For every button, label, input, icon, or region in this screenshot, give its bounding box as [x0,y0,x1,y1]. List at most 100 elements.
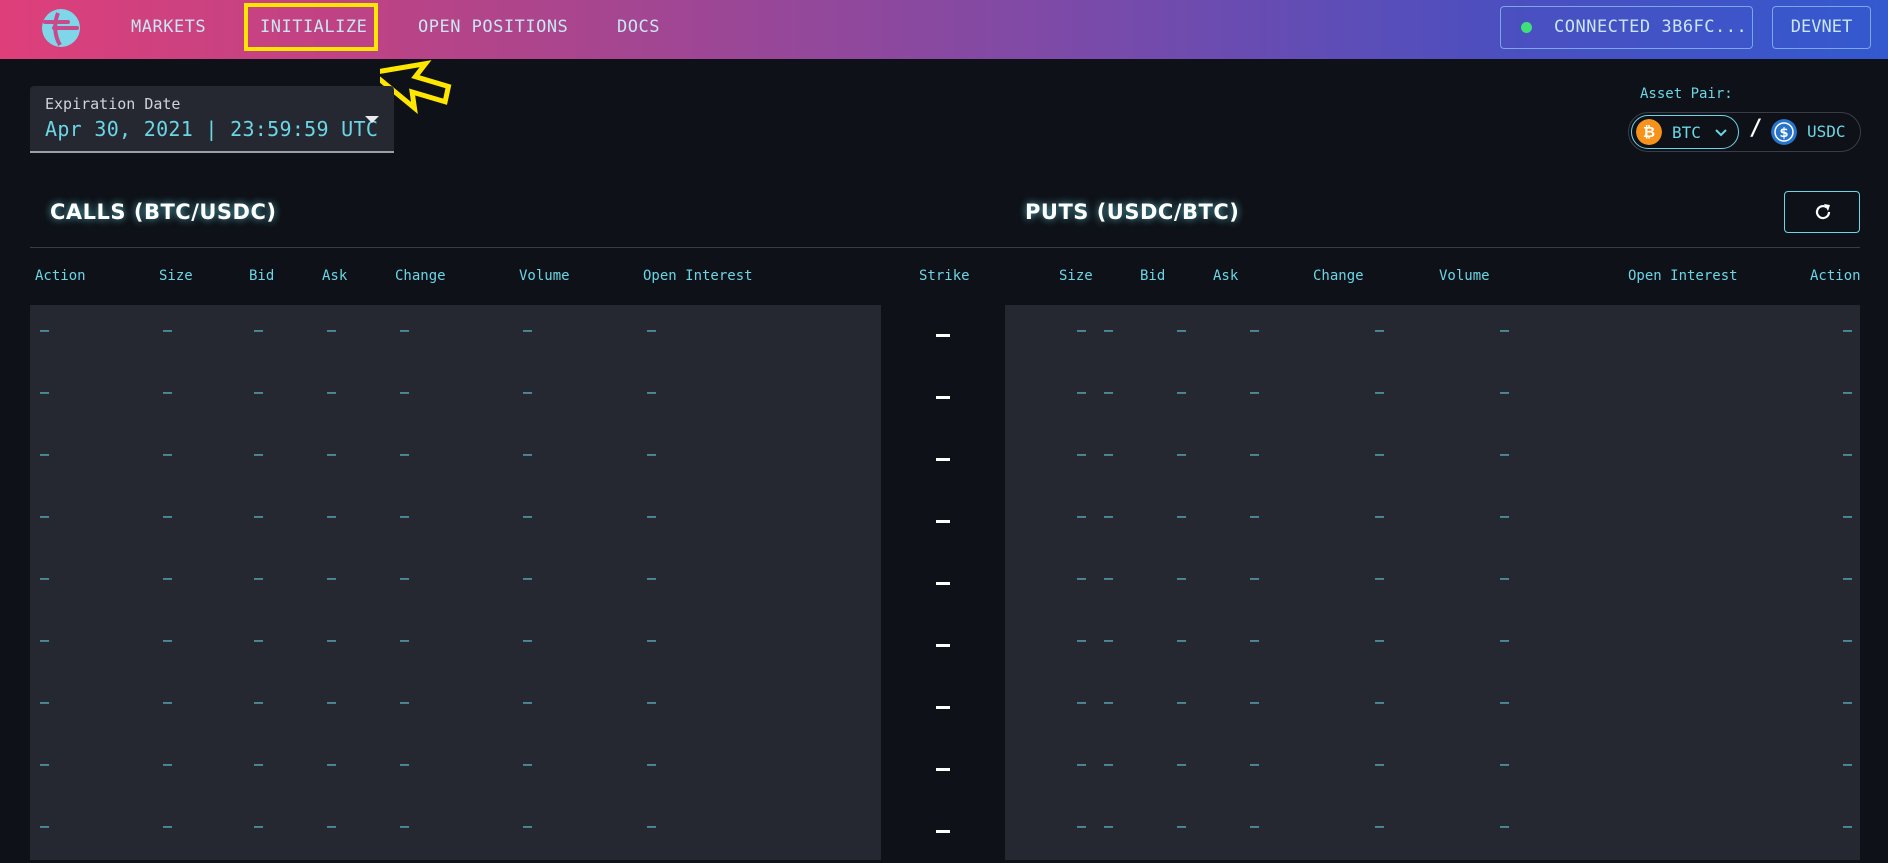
put-action-cell[interactable]: – [1843,445,1852,463]
call-open-interest-cell: – [647,321,657,339]
call-open-interest-cell: – [647,631,657,649]
asset-pair-label: Asset Pair: [1640,86,1733,102]
call-size-cell: – [163,321,173,339]
network-button[interactable]: DEVNET [1772,6,1871,49]
put-volume-cell: – [1375,817,1385,835]
strike-cell [936,644,950,647]
initialize-highlight-box [244,3,378,51]
put-ask-cell: – [1177,445,1187,463]
dropdown-arrow-icon [365,116,379,123]
table-row: – – – – – – – – – – – – – – [0,801,1888,863]
table-row: – – – – – – – – – – – – – – [0,429,1888,491]
call-action-cell[interactable]: – [40,507,49,525]
call-action-cell[interactable]: – [40,631,49,649]
put-size-cell: – [1077,445,1087,463]
put-ask-cell: – [1177,755,1187,773]
calls-col-size: Size [159,268,193,284]
put-volume-cell: – [1375,693,1385,711]
call-action-cell[interactable]: – [40,383,49,401]
nav-docs[interactable]: DOCS [617,0,660,55]
put-action-cell[interactable]: – [1843,755,1852,773]
strike-cell [936,458,950,461]
call-volume-cell: – [523,817,533,835]
calls-col-open-interest: Open Interest [643,268,753,284]
asset-pair-selector: ₿ BTC / $ USDC [1628,112,1861,152]
call-ask-cell: – [327,383,337,401]
call-size-cell: – [163,507,173,525]
nav-open-positions[interactable]: OPEN POSITIONS [418,0,568,55]
call-action-cell[interactable]: – [40,817,49,835]
table-row: – – – – – – – – – – – – – – [0,491,1888,553]
put-size-cell: – [1077,507,1087,525]
put-action-cell[interactable]: – [1843,507,1852,525]
call-volume-cell: – [523,321,533,339]
put-action-cell[interactable]: – [1843,693,1852,711]
put-bid-cell: – [1104,321,1114,339]
call-change-cell: – [400,569,410,587]
call-change-cell: – [400,755,410,773]
call-volume-cell: – [523,569,533,587]
call-action-cell[interactable]: – [40,321,49,339]
call-size-cell: – [163,445,173,463]
call-open-interest-cell: – [647,445,657,463]
expiration-date-select[interactable]: Expiration Date Apr 30, 2021 | 23:59:59 … [30,86,394,153]
put-open-interest-cell: – [1500,321,1510,339]
base-asset-select[interactable]: ₿ BTC [1631,115,1739,149]
put-action-cell[interactable]: – [1843,569,1852,587]
svg-text:₿: ₿ [1643,123,1655,141]
call-volume-cell: – [523,631,533,649]
put-bid-cell: – [1104,755,1114,773]
expiration-date-label: Expiration Date [45,95,181,113]
call-volume-cell: – [523,693,533,711]
strike-cell [936,334,950,337]
call-ask-cell: – [327,693,337,711]
header-divider [30,247,1860,248]
puts-col-size: Size [1059,268,1093,284]
call-size-cell: – [163,569,173,587]
call-action-cell[interactable]: – [40,755,49,773]
wallet-connected-button[interactable]: CONNECTED 3B6FC... [1500,6,1753,49]
call-bid-cell: – [254,383,264,401]
call-action-cell[interactable]: – [40,445,49,463]
table-row: – – – – – – – – – – – – – – [0,553,1888,615]
refresh-button[interactable] [1784,191,1860,233]
puts-col-change: Change [1313,268,1364,284]
call-open-interest-cell: – [647,569,657,587]
call-change-cell: – [400,817,410,835]
put-volume-cell: – [1375,383,1385,401]
puts-col-volume: Volume [1439,268,1490,284]
call-action-cell[interactable]: – [40,569,49,587]
logo-icon[interactable] [40,7,82,49]
put-change-cell: – [1250,569,1260,587]
put-action-cell[interactable]: – [1843,321,1852,339]
put-open-interest-cell: – [1500,569,1510,587]
call-size-cell: – [163,817,173,835]
put-change-cell: – [1250,755,1260,773]
put-size-cell: – [1077,693,1087,711]
call-change-cell: – [400,631,410,649]
put-bid-cell: – [1104,445,1114,463]
call-volume-cell: – [523,755,533,773]
call-change-cell: – [400,445,410,463]
puts-col-bid: Bid [1140,268,1166,284]
calls-col-action: Action [35,268,86,284]
call-action-cell[interactable]: – [40,693,49,711]
call-volume-cell: – [523,507,533,525]
put-change-cell: – [1250,817,1260,835]
put-action-cell[interactable]: – [1843,817,1852,835]
call-ask-cell: – [327,445,337,463]
strike-cell [936,768,950,771]
put-open-interest-cell: – [1500,755,1510,773]
table-row: – – – – – – – – – – – – – – [0,367,1888,429]
put-size-cell: – [1077,755,1087,773]
call-size-cell: – [163,631,173,649]
put-size-cell: – [1077,321,1087,339]
put-action-cell[interactable]: – [1843,631,1852,649]
table-row: – – – – – – – – – – – – – – [0,305,1888,367]
put-change-cell: – [1250,383,1260,401]
put-bid-cell: – [1104,693,1114,711]
call-open-interest-cell: – [647,507,657,525]
strike-cell [936,396,950,399]
put-action-cell[interactable]: – [1843,383,1852,401]
nav-markets[interactable]: MARKETS [131,0,206,55]
